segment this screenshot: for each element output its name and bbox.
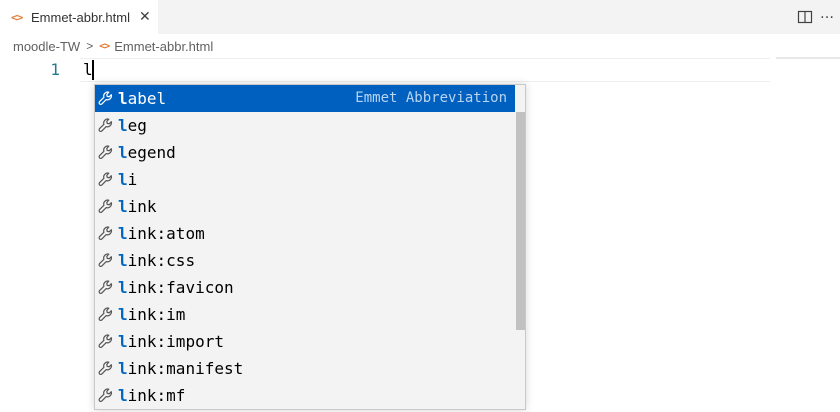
suggest-item-rest: ink:favicon xyxy=(127,278,234,297)
wrench-icon xyxy=(97,171,115,189)
breadcrumb-folder[interactable]: moodle-TW xyxy=(13,39,80,54)
split-editor-icon[interactable] xyxy=(797,9,813,25)
suggest-item[interactable]: li xyxy=(95,166,515,193)
suggest-item[interactable]: link:im xyxy=(95,301,515,328)
suggest-item-rest: ink:manifest xyxy=(127,359,244,378)
line-number: 1 xyxy=(50,60,60,79)
wrench-icon xyxy=(97,333,115,351)
suggest-item[interactable]: leg xyxy=(95,112,515,139)
suggest-item-label: leg xyxy=(118,116,147,135)
suggest-list: label Emmet Abbreviation leg legend li link li… xyxy=(95,85,525,409)
wrench-icon xyxy=(97,117,115,135)
suggest-item-match: l xyxy=(118,170,128,189)
suggest-item[interactable]: legend xyxy=(95,139,515,166)
suggest-item-match: l xyxy=(118,197,128,216)
tab-bar: <> Emmet-abbr.html ✕ … xyxy=(0,0,840,34)
suggest-item[interactable]: link:mf xyxy=(95,382,515,409)
suggest-item-label: link:mf xyxy=(118,386,185,405)
suggest-item-match: l xyxy=(118,359,128,378)
suggest-item-label: label xyxy=(118,89,166,108)
suggest-item-label: legend xyxy=(118,143,176,162)
suggest-item-rest: i xyxy=(127,170,138,189)
text-cursor xyxy=(92,60,94,80)
wrench-icon xyxy=(97,387,115,405)
tab-emmet-abbr[interactable]: <> Emmet-abbr.html ✕ xyxy=(0,0,158,34)
wrench-icon xyxy=(97,90,115,108)
suggest-item-match: l xyxy=(118,89,128,108)
suggest-item-match: l xyxy=(118,224,128,243)
suggest-item-match: l xyxy=(118,332,128,351)
more-actions-icon[interactable]: … xyxy=(820,7,836,23)
suggest-item-label: li xyxy=(118,170,137,189)
suggest-item[interactable]: link:css xyxy=(95,247,515,274)
breadcrumb-file[interactable]: Emmet-abbr.html xyxy=(114,39,213,54)
scrollbar-thumb[interactable] xyxy=(516,112,525,330)
suggest-item-match: l xyxy=(118,278,128,297)
suggest-item[interactable]: link xyxy=(95,193,515,220)
suggest-item-rest: egend xyxy=(127,143,176,162)
wrench-icon xyxy=(97,225,115,243)
suggest-item-match: l xyxy=(118,386,128,405)
editor-ruler xyxy=(776,57,840,59)
chevron-right-icon: > xyxy=(86,39,94,53)
wrench-icon xyxy=(97,144,115,162)
wrench-icon xyxy=(97,279,115,297)
suggest-item-label: link:css xyxy=(118,251,195,270)
suggest-item[interactable]: link:atom xyxy=(95,220,515,247)
current-line-highlight[interactable] xyxy=(80,58,770,82)
wrench-icon xyxy=(97,198,115,216)
suggest-item-rest: ink:im xyxy=(127,305,186,324)
suggest-item-rest: ink xyxy=(127,197,157,216)
suggest-item[interactable]: link:favicon xyxy=(95,274,515,301)
tab-label: Emmet-abbr.html xyxy=(31,9,130,25)
suggest-item[interactable]: link:manifest xyxy=(95,355,515,382)
suggest-item-rest: ink:import xyxy=(127,332,224,351)
wrench-icon xyxy=(97,252,115,270)
suggest-item-label: link:im xyxy=(118,305,185,324)
suggest-item[interactable]: label Emmet Abbreviation xyxy=(95,85,515,112)
suggest-item-rest: ink:mf xyxy=(127,386,186,405)
close-icon[interactable]: ✕ xyxy=(139,10,151,24)
suggest-widget: label Emmet Abbreviation leg legend li link li… xyxy=(94,84,526,410)
suggest-item[interactable]: link:import xyxy=(95,328,515,355)
suggest-item-match: l xyxy=(118,251,128,270)
suggest-item-match: l xyxy=(118,143,128,162)
suggest-item-rest: eg xyxy=(127,116,147,135)
breadcrumb: moodle-TW > <> Emmet-abbr.html xyxy=(13,35,213,57)
suggest-item-rest: abel xyxy=(127,89,167,108)
html-file-icon: <> xyxy=(11,10,23,24)
html-file-icon: <> xyxy=(99,40,110,52)
suggest-item-label: link:manifest xyxy=(118,359,243,378)
suggest-item-label: link xyxy=(118,197,157,216)
suggest-item-label: link:favicon xyxy=(118,278,234,297)
suggest-item-label: link:import xyxy=(118,332,224,351)
suggest-item-match: l xyxy=(118,116,128,135)
suggest-item-match: l xyxy=(118,305,128,324)
suggest-item-rest: ink:atom xyxy=(127,224,205,243)
wrench-icon xyxy=(97,360,115,378)
wrench-icon xyxy=(97,306,115,324)
suggest-item-label: link:atom xyxy=(118,224,205,243)
suggest-item-detail: Emmet Abbreviation xyxy=(355,90,507,106)
suggest-item-rest: ink:css xyxy=(127,251,196,270)
